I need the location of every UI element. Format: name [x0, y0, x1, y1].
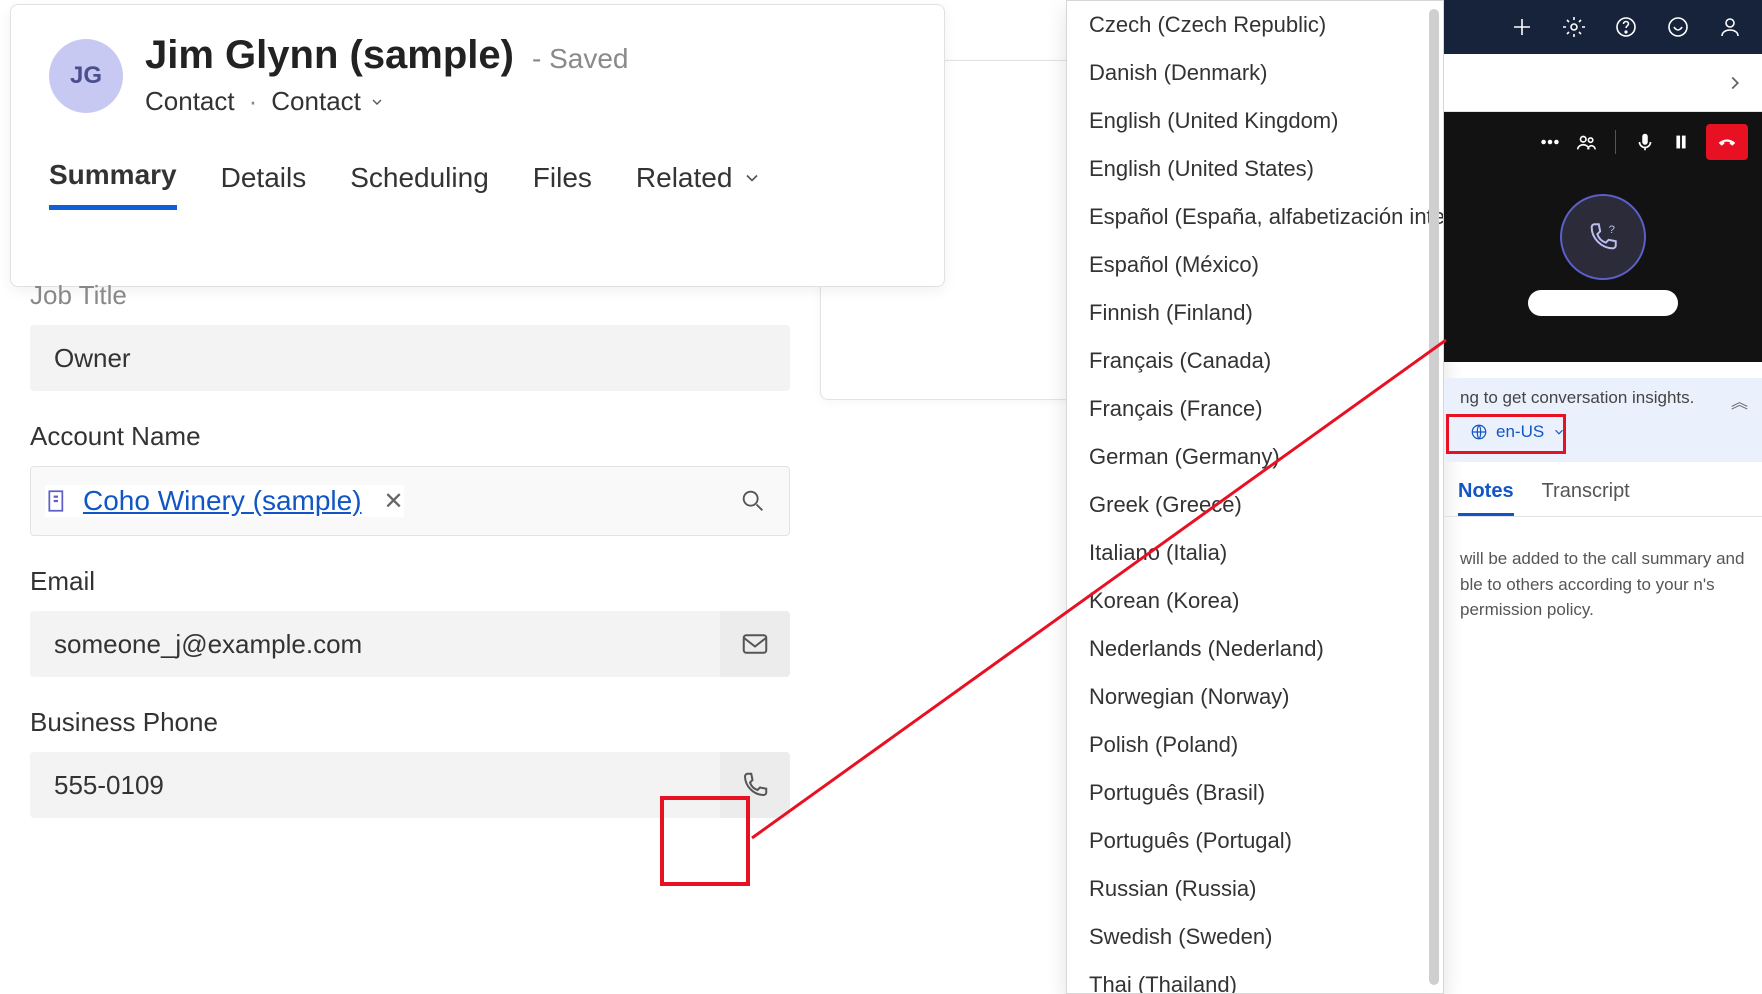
- language-option[interactable]: Nederlands (Nederland): [1067, 625, 1443, 673]
- language-option[interactable]: Italiano (Italia): [1067, 529, 1443, 577]
- separator: [1615, 130, 1616, 154]
- email-field[interactable]: someone_j@example.com: [30, 611, 720, 677]
- tab-details[interactable]: Details: [221, 159, 307, 210]
- insight-text: ng to get conversation insights.: [1460, 388, 1694, 407]
- entity-type: Contact: [145, 86, 235, 117]
- help-icon[interactable]: [1614, 15, 1638, 39]
- label-phone: Business Phone: [30, 707, 790, 738]
- language-option[interactable]: German (Germany): [1067, 433, 1443, 481]
- notes-tabs: Notes Transcript: [1444, 470, 1762, 517]
- app-top-bar: [1444, 0, 1762, 54]
- collapse-icon[interactable]: ︽: [1731, 388, 1748, 413]
- language-option[interactable]: Czech (Czech Republic): [1067, 1, 1443, 49]
- chevron-right-icon[interactable]: [1724, 72, 1746, 94]
- entity-icon: [45, 488, 71, 514]
- language-option[interactable]: Español (España, alfabetización internac…: [1067, 193, 1443, 241]
- tab-related[interactable]: Related: [636, 159, 763, 210]
- globe-icon: [1470, 423, 1488, 441]
- account-chip: Coho Winery (sample) ✕: [45, 485, 404, 517]
- language-option[interactable]: Français (France): [1067, 385, 1443, 433]
- language-option[interactable]: Danish (Denmark): [1067, 49, 1443, 97]
- saved-indicator: - Saved: [532, 43, 629, 75]
- language-option[interactable]: Español (México): [1067, 241, 1443, 289]
- mic-icon[interactable]: [1634, 131, 1656, 153]
- phone-icon: [740, 770, 770, 800]
- people-icon[interactable]: [1575, 131, 1597, 153]
- language-option[interactable]: English (United Kingdom): [1067, 97, 1443, 145]
- tab-summary[interactable]: Summary: [49, 159, 177, 210]
- caller-name-redacted: [1528, 290, 1678, 316]
- tab-files[interactable]: Files: [533, 159, 592, 210]
- tab-transcript[interactable]: Transcript: [1542, 480, 1630, 516]
- chevron-down-icon: [742, 168, 762, 188]
- contact-card: JG Jim Glynn (sample) - Saved Contact · …: [10, 4, 945, 287]
- mail-icon: [740, 629, 770, 659]
- account-lookup[interactable]: Coho Winery (sample) ✕: [30, 466, 790, 536]
- language-option[interactable]: Polish (Poland): [1067, 721, 1443, 769]
- language-option[interactable]: Português (Brasil): [1067, 769, 1443, 817]
- account-link[interactable]: Coho Winery (sample): [83, 485, 362, 517]
- language-option[interactable]: Finnish (Finland): [1067, 289, 1443, 337]
- contact-name: Jim Glynn (sample): [145, 33, 514, 78]
- form-area: Job Title Owner Account Name Coho Winery…: [30, 280, 790, 818]
- phone-field[interactable]: 555-0109: [30, 752, 720, 818]
- more-icon[interactable]: [1539, 131, 1561, 153]
- call-panel: ?: [1444, 112, 1762, 362]
- tabs-row: Summary Details Scheduling Files Related: [49, 159, 906, 210]
- language-selector[interactable]: en-US: [1460, 418, 1576, 446]
- tab-related-label: Related: [636, 162, 733, 194]
- call-phone-button[interactable]: [720, 752, 790, 818]
- notes-body: will be added to the call summary and bl…: [1444, 528, 1762, 641]
- hangup-icon: [1716, 131, 1738, 153]
- chevron-down-icon: [1552, 425, 1566, 439]
- send-email-button[interactable]: [720, 611, 790, 677]
- tab-notes[interactable]: Notes: [1458, 480, 1514, 516]
- pause-icon[interactable]: [1670, 131, 1692, 153]
- language-option[interactable]: Russian (Russia): [1067, 865, 1443, 913]
- language-option[interactable]: Thai (Thailand): [1067, 961, 1443, 994]
- language-option[interactable]: Português (Portugal): [1067, 817, 1443, 865]
- scrollbar-thumb[interactable]: [1429, 9, 1439, 985]
- label-account: Account Name: [30, 421, 790, 452]
- tab-scheduling[interactable]: Scheduling: [350, 159, 489, 210]
- assistant-icon[interactable]: [1666, 15, 1690, 39]
- chevron-down-icon: [369, 94, 385, 110]
- language-option[interactable]: English (United States): [1067, 145, 1443, 193]
- insight-strip: ng to get conversation insights. ︽ en-US: [1444, 378, 1762, 462]
- avatar: JG: [49, 39, 123, 113]
- person-icon[interactable]: [1718, 15, 1742, 39]
- label-email: Email: [30, 566, 790, 597]
- language-code: en-US: [1496, 422, 1544, 442]
- svg-text:?: ?: [1609, 224, 1615, 236]
- language-option[interactable]: Swedish (Sweden): [1067, 913, 1443, 961]
- language-option[interactable]: Greek (Greece): [1067, 481, 1443, 529]
- form-selector-label: Contact: [271, 86, 361, 117]
- label-job-title: Job Title: [30, 280, 790, 311]
- job-title-field[interactable]: Owner: [30, 325, 790, 391]
- separator-dot: ·: [249, 86, 258, 117]
- phone-question-icon: ?: [1586, 220, 1620, 254]
- gear-icon[interactable]: [1562, 15, 1586, 39]
- remove-account-button[interactable]: ✕: [384, 487, 404, 516]
- language-option[interactable]: Korean (Korea): [1067, 577, 1443, 625]
- form-selector[interactable]: Contact: [271, 86, 385, 117]
- language-option[interactable]: Norwegian (Norway): [1067, 673, 1443, 721]
- plus-icon[interactable]: [1510, 15, 1534, 39]
- hangup-button[interactable]: [1706, 124, 1748, 160]
- search-icon[interactable]: [739, 487, 767, 515]
- call-avatar: ?: [1560, 194, 1646, 280]
- panel-header: [1444, 54, 1762, 112]
- language-option[interactable]: Français (Canada): [1067, 337, 1443, 385]
- language-dropdown: Czech (Czech Republic)Danish (Denmark)En…: [1066, 0, 1444, 994]
